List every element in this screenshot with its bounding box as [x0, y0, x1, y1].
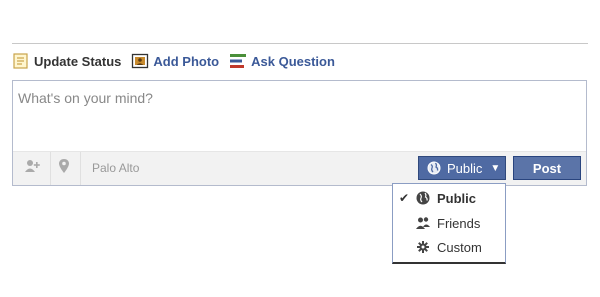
photo-icon: [131, 52, 149, 70]
tab-update-status-label: Update Status: [34, 53, 122, 69]
audience-option-label: Public: [437, 190, 477, 206]
audience-selector-button[interactable]: Public ▼: [418, 156, 506, 180]
status-input[interactable]: [13, 81, 586, 151]
question-icon: [229, 52, 247, 70]
audience-selected-label: Public: [447, 160, 483, 176]
tab-update-status[interactable]: Update Status: [12, 52, 121, 70]
tab-ask-question-label: Ask Question: [251, 53, 335, 69]
globe-icon: [415, 190, 431, 206]
friends-icon: [415, 215, 431, 231]
composer-toolbar: Palo Alto Public ▼ Post: [13, 151, 586, 185]
audience-menu: ✔ Public Friends Custom: [392, 183, 506, 264]
audience-option-label: Friends: [437, 215, 481, 231]
tab-ask-question[interactable]: Ask Question: [229, 52, 335, 70]
tag-friends-icon: [24, 158, 40, 179]
audience-option-label: Custom: [437, 239, 482, 255]
tab-add-photo[interactable]: Add Photo: [131, 52, 219, 70]
tab-add-photo-label: Add Photo: [153, 53, 220, 69]
composer-tabs: Update Status Add Photo Ask Question: [12, 50, 345, 72]
chevron-down-icon: ▼: [490, 162, 501, 174]
toolbar-separator: [80, 152, 81, 185]
status-composer: Palo Alto Public ▼ Post: [12, 80, 587, 186]
post-button[interactable]: Post: [513, 156, 581, 180]
gear-icon: [415, 239, 431, 255]
tag-friends-button[interactable]: [19, 152, 45, 185]
location-text[interactable]: Palo Alto: [92, 161, 139, 175]
location-pin-icon: [57, 158, 71, 179]
checkmark-icon: ✔: [398, 191, 410, 205]
audience-option-custom[interactable]: Custom: [393, 236, 505, 258]
audience-option-friends[interactable]: Friends: [393, 212, 505, 234]
top-divider: [12, 43, 588, 44]
globe-icon: [427, 161, 441, 175]
audience-option-public[interactable]: ✔ Public: [393, 187, 505, 209]
location-button[interactable]: [51, 152, 77, 185]
status-icon: [12, 52, 30, 70]
